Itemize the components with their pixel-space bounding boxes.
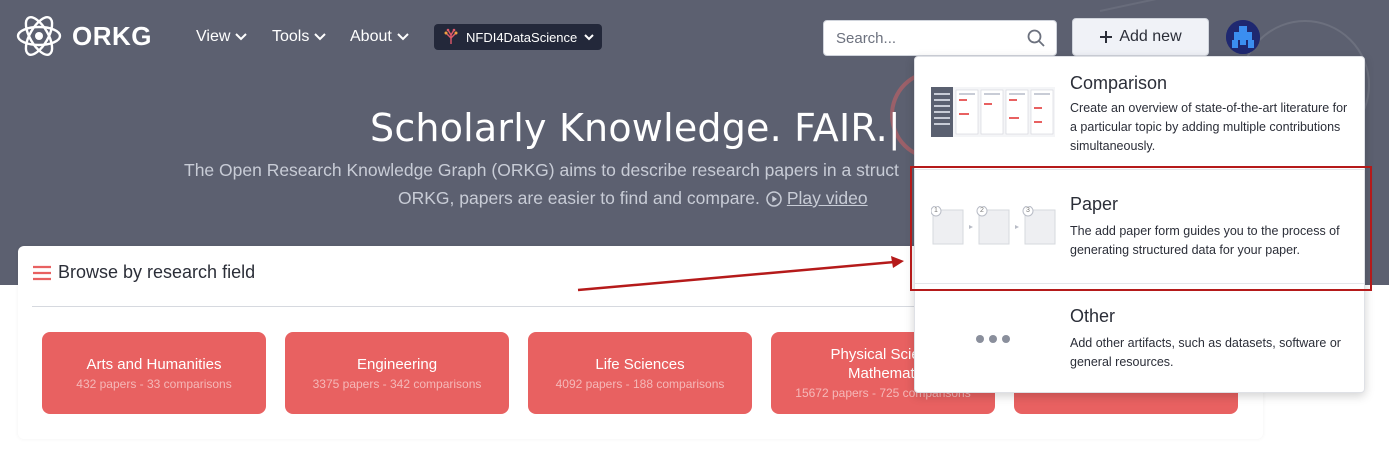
- annotation-arrow: [577, 256, 904, 292]
